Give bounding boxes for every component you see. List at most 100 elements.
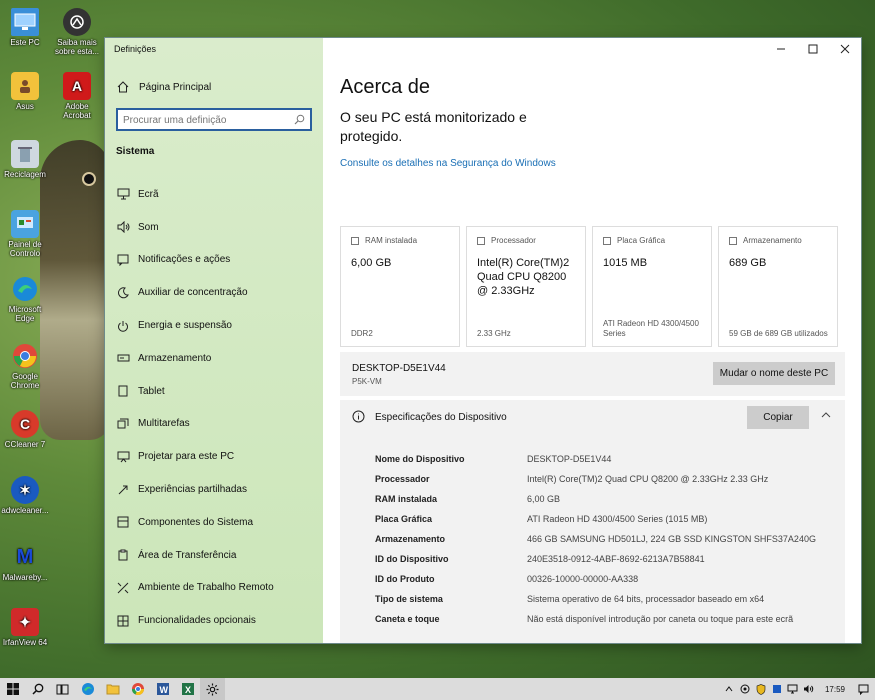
action-center-button[interactable] [855,678,871,700]
malwarebytes-icon: M [16,545,34,568]
spec-value: 6,00 GB [527,494,561,504]
taskbar-chrome[interactable] [125,678,150,700]
table-row: Placa Gráfica ATI Radeon HD 4300/4500 Ser… [375,513,835,525]
taskbar-edge[interactable] [75,678,100,700]
sidebar-item-ecra[interactable]: Ecrã [105,178,323,211]
folder-user-icon [11,72,39,100]
taskbar-excel[interactable]: X [175,678,200,700]
desktop-icon-malwarebytes[interactable]: M Malwareby... [0,543,50,583]
sidebar-item-armazenamento[interactable]: Armazenamento [105,342,323,375]
spec-value: 240E3518-0912-4ABF-8692-6213A7B58841 [527,554,705,564]
spec-key: Placa Gráfica [375,514,433,524]
spec-value: ATI Radeon HD 4300/4500 Series (1015 MB) [527,514,708,524]
sidebar-item-multitarefas[interactable]: Multitarefas [105,408,323,441]
taskbar: W X 17:59 [0,678,875,700]
desktop-icon-adwcleaner[interactable]: ✶ adwcleaner... [0,476,50,515]
maximize-button[interactable] [797,38,829,60]
spec-value: Não está disponível introdução por canet… [527,614,794,624]
rename-pc-button[interactable]: Mudar o nome deste PC [713,362,835,385]
card-title: Armazenamento [743,236,802,245]
share-icon [116,483,130,497]
summary-cards: RAM instalada 6,00 GB DDR2 Processador I… [340,226,838,347]
desktop-icon-adobe-acrobat[interactable]: A Adobe Acrobat [52,72,102,120]
adwcleaner-icon: ✶ [11,476,39,504]
spec-key: Processador [375,474,430,484]
search-icon[interactable] [294,114,305,125]
close-button[interactable] [829,38,861,60]
desktop-icon-saiba-mais[interactable]: Saiba mais sobre esta... [52,8,102,56]
sidebar-item-notificacoes[interactable]: Notificações e ações [105,244,323,277]
sidebar-item-label: Energia e suspensão [138,320,232,332]
ccleaner-icon: C [11,410,39,438]
desktop-icon-este-pc[interactable]: Este PC [0,8,50,47]
search-input[interactable] [118,111,288,130]
card-subtitle: 59 GB de 689 GB utilizados [729,329,828,338]
main-content: Acerca de O seu PC está monitorizado e p… [323,38,861,643]
sidebar-item-label: Multitarefas [138,418,190,430]
sidebar-item-componentes[interactable]: Componentes do Sistema [105,506,323,539]
specs-header[interactable]: Especificações do Dispositivo Copiar [340,400,845,434]
desktop-icon-reciclagem[interactable]: Reciclagem [0,140,50,179]
speaker-icon [116,220,130,234]
taskbar-file-explorer[interactable] [100,678,125,700]
home-link[interactable]: Página Principal [117,81,211,93]
spec-key: RAM instalada [375,494,438,504]
minimize-button[interactable] [765,38,797,60]
tray-volume[interactable] [801,678,817,700]
tray-security[interactable] [753,678,769,700]
spec-value: 466 GB SAMSUNG HD501LJ, 224 GB SSD KINGS… [527,534,816,544]
taskbar-word[interactable]: W [150,678,175,700]
copy-button[interactable]: Copiar [747,406,809,429]
irfanview-icon: ✦ [11,608,39,636]
camera-icon [63,8,91,36]
desktop-icon-ccleaner[interactable]: C CCleaner 7 [0,410,50,449]
task-view-button[interactable] [50,678,75,700]
protection-status: O seu PC está monitorizado e protegido. [340,109,527,144]
sidebar-item-tablet[interactable]: Tablet [105,375,323,408]
edge-icon [81,683,94,695]
acrobat-icon: A [63,72,91,100]
sidebar-item-funcionalidades[interactable]: Funcionalidades opcionais [105,604,323,637]
sidebar-item-label: Experiências partilhadas [138,484,247,496]
remote-icon [116,581,130,595]
desktop-icon-google-chrome[interactable]: Google Chrome [0,342,50,390]
desktop-icon-asus[interactable]: Asus [0,72,50,111]
sidebar-item-som[interactable]: Som [105,211,323,244]
tray-app-icon [772,685,781,693]
tray-app-2[interactable] [769,678,785,700]
desktop-icon-microsoft-edge[interactable]: Microsoft Edge [0,275,50,323]
tray-overflow-button[interactable] [721,678,737,700]
spec-value: 00326-10000-00000-AA338 [527,574,639,584]
gear-icon [206,683,219,695]
sidebar-item-energia[interactable]: Energia e suspensão [105,309,323,342]
table-row: Tipo de sistema Sistema operativo de 64 b… [375,593,835,605]
start-button[interactable] [0,678,25,700]
taskbar-settings[interactable] [200,678,225,700]
desktop-icon-irfanview[interactable]: ✦ IrfanView 64 [0,608,50,647]
spec-key: ID do Produto [375,574,435,584]
sidebar-item-projetar[interactable]: Projetar para este PC [105,440,323,473]
spec-value: DESKTOP-D5E1V44 [527,454,612,464]
sidebar-item-experiencias[interactable]: Experiências partilhadas [105,473,323,506]
sidebar-item-label: Área de Transferência [138,549,237,561]
sidebar-item-remoto[interactable]: Ambiente de Trabalho Remoto [105,572,323,605]
desktop-icon-painel-de-controlo[interactable]: Painel de Controlo [0,210,50,258]
ram-card: RAM instalada 6,00 GB DDR2 [340,226,460,347]
security-details-link[interactable]: Consulte os detalhes na Segurança do Win… [340,158,556,169]
card-subtitle: ATI Radeon HD 4300/4500 Series [603,319,699,338]
clock[interactable]: 17:59 [825,685,845,694]
chevron-up-icon[interactable] [821,411,831,419]
sidebar-item-area-transferencia[interactable]: Área de Transferência [105,539,323,572]
tray-app-1[interactable] [737,678,753,700]
minimize-icon [777,48,785,50]
table-row: Caneta e toque Não está disponível introd… [375,613,835,625]
tray-network[interactable] [785,678,801,700]
search-button[interactable] [25,678,50,700]
search-box[interactable] [116,108,312,131]
window-title: Definições [114,44,157,54]
pc-name-panel: DESKTOP-D5E1V44 P5K-VM Mudar o nome dest… [340,352,845,396]
moon-icon [116,286,130,300]
wallpaper-bird [40,140,110,440]
svg-text:X: X [185,685,191,695]
sidebar-item-concentracao[interactable]: Auxiliar de concentração [105,276,323,309]
